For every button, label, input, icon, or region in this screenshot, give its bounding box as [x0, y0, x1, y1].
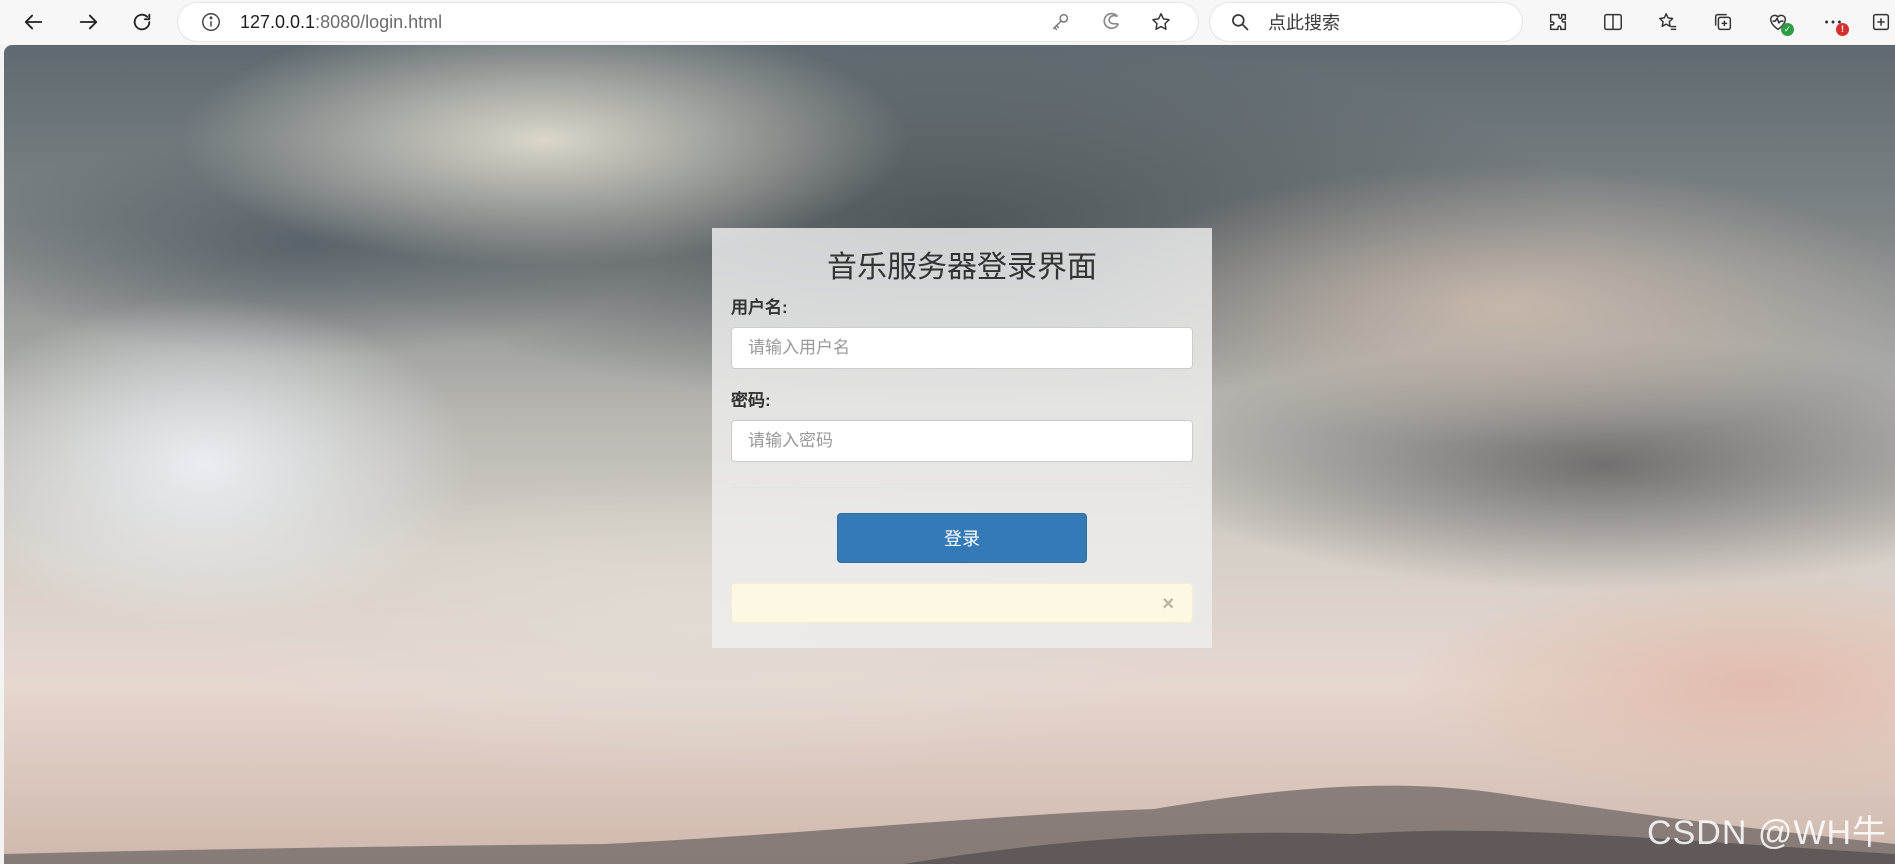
- address-bar[interactable]: 127.0.0.1:8080/login.html: [178, 3, 1198, 41]
- forward-button[interactable]: [70, 4, 106, 40]
- url-host: 127.0.0.1: [240, 11, 316, 32]
- page-title: 音乐服务器登录界面: [827, 251, 1097, 284]
- info-icon[interactable]: [200, 11, 222, 33]
- arrow-left-icon: [24, 14, 43, 30]
- search-bar[interactable]: 点此搜索: [1210, 3, 1522, 41]
- alert-message: ×: [731, 583, 1193, 623]
- split-screen-icon: [1604, 13, 1622, 31]
- extensions-button[interactable]: [1540, 4, 1576, 40]
- favorites-button[interactable]: [1650, 4, 1686, 40]
- mountain-silhouette: [4, 785, 1895, 864]
- search-placeholder: 点此搜索: [1268, 13, 1340, 33]
- username-label: 用户名:: [731, 298, 788, 317]
- watermark: CSDN @WH牛: [1647, 814, 1887, 852]
- new-tab-icon: [1872, 13, 1890, 31]
- status-badge: ✓: [1781, 23, 1794, 36]
- close-icon[interactable]: ×: [1162, 594, 1174, 614]
- url-path: :8080/login.html: [315, 11, 443, 32]
- edge-button[interactable]: [1098, 9, 1124, 35]
- page-viewport: CSDN @WH牛 音乐服务器登录界面 用户名: 密码: 登录 ×: [4, 45, 1895, 864]
- collections-button[interactable]: [1705, 4, 1741, 40]
- search-icon: [1232, 14, 1249, 31]
- password-input[interactable]: [731, 420, 1193, 462]
- url-text[interactable]: 127.0.0.1:8080/login.html: [240, 12, 1048, 33]
- new-tab-button[interactable]: [1870, 4, 1892, 40]
- refresh-button[interactable]: [124, 4, 160, 40]
- username-input[interactable]: [731, 327, 1193, 369]
- collections-icon: [1714, 13, 1732, 31]
- star-icon: [1152, 13, 1170, 30]
- puzzle-icon: [1549, 13, 1567, 31]
- edge-icon: [1103, 12, 1120, 30]
- split-screen-button[interactable]: [1595, 4, 1631, 40]
- favorites-icon: [1659, 13, 1677, 31]
- key-icon: [1052, 13, 1069, 31]
- refresh-icon: [133, 13, 151, 31]
- login-button[interactable]: 登录: [837, 513, 1087, 563]
- more-button[interactable]: !: [1815, 4, 1851, 40]
- back-button[interactable]: [16, 4, 52, 40]
- password-key-button[interactable]: [1048, 9, 1074, 35]
- notification-badge: !: [1836, 23, 1849, 36]
- form-divider: [731, 487, 1193, 488]
- browser-action-icons: ✓ !: [1540, 4, 1892, 40]
- arrow-right-icon: [79, 14, 98, 30]
- password-label: 密码:: [731, 391, 771, 410]
- login-panel: 音乐服务器登录界面 用户名: 密码: 登录 ×: [712, 228, 1212, 648]
- browser-essentials-button[interactable]: ✓: [1760, 4, 1796, 40]
- add-favorite-button[interactable]: [1148, 9, 1174, 35]
